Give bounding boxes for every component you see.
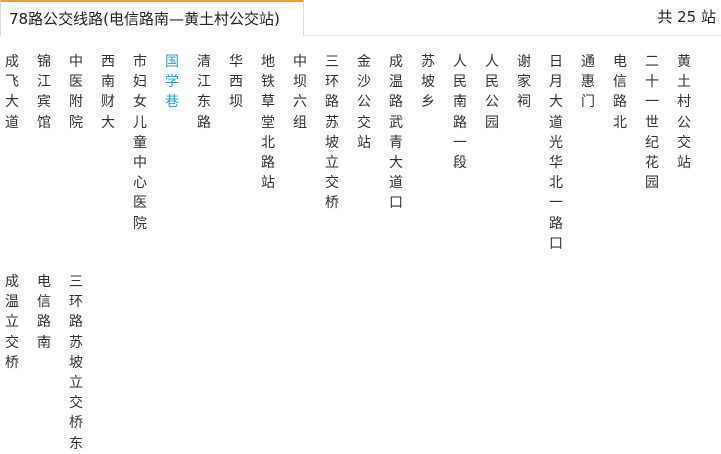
stop-item[interactable]: 成飞大道 (2, 52, 22, 133)
stop-item[interactable]: 三环路苏坡立交桥东 (66, 272, 86, 454)
stop-label: 成温立交桥 (5, 274, 19, 371)
stop-item[interactable]: 人民南路一段 (450, 52, 470, 173)
stop-label: 人民南路一段 (453, 54, 467, 172)
stop-label: 金沙公交站 (357, 54, 371, 151)
stop-item[interactable]: 清江东路 (194, 52, 214, 133)
stop-label: 成温路武青大道口 (389, 54, 403, 212)
stop-label: 人民公园 (485, 54, 499, 131)
stop-label: 中医附院 (69, 54, 83, 131)
stop-item[interactable]: 日月大道光华北一路口 (546, 52, 566, 254)
stop-item[interactable]: 谢家祠 (514, 52, 534, 113)
stop-label: 中坝六组 (293, 54, 307, 131)
stop-label: 清江东路 (197, 54, 211, 131)
stop-label: 三环路苏坡立交桥东 (69, 274, 83, 452)
stop-label: 华西坝 (229, 54, 243, 111)
stop-item[interactable]: 中医附院 (66, 52, 86, 133)
stop-item[interactable]: 市妇女儿童中心医院 (130, 52, 150, 234)
stop-item[interactable]: 苏坡乡 (418, 52, 438, 113)
stop-item[interactable]: 二十一世纪花园 (642, 52, 662, 193)
stop-item[interactable]: 成温立交桥 (2, 272, 22, 373)
stop-item[interactable]: 金沙公交站 (354, 52, 374, 153)
route-title: 78路公交线路(电信路南—黄土村公交站) (9, 10, 280, 28)
stop-item[interactable]: 人民公园 (482, 52, 502, 133)
stop-item[interactable]: 电信路北 (610, 52, 630, 133)
stop-label: 日月大道光华北一路口 (549, 54, 563, 252)
stop-item[interactable]: 西南财大 (98, 52, 118, 133)
stop-item[interactable]: 地铁草堂北路站 (258, 52, 278, 193)
stop-label: 西南财大 (101, 54, 115, 131)
route-tab[interactable]: 78路公交线路(电信路南—黄土村公交站) (0, 0, 304, 36)
stop-item[interactable]: 锦江宾馆 (34, 52, 54, 133)
stop-item-active[interactable]: 国学巷 (162, 52, 182, 113)
stop-item[interactable]: 华西坝 (226, 52, 246, 113)
stop-label: 谢家祠 (517, 54, 531, 111)
stop-item[interactable]: 成温路武青大道口 (386, 52, 406, 214)
stop-label: 国学巷 (165, 54, 179, 111)
stop-list: 成飞大道 锦江宾馆 中医附院 西南财大 市妇女儿童中心医院 国学巷 清江东路 华… (0, 36, 721, 452)
stop-label: 电信路南 (37, 274, 51, 351)
stop-item[interactable]: 中坝六组 (290, 52, 310, 133)
stop-count: 共 25 站 (657, 8, 716, 26)
stop-label: 电信路北 (613, 54, 627, 131)
stop-label: 锦江宾馆 (37, 54, 51, 131)
stop-label: 市妇女儿童中心医院 (133, 54, 147, 232)
stop-label: 二十一世纪花园 (645, 54, 659, 192)
stop-item[interactable]: 三环路苏坡立交桥 (322, 52, 342, 214)
stop-label: 地铁草堂北路站 (261, 54, 275, 192)
stop-item[interactable]: 通惠门 (578, 52, 598, 113)
stop-label: 成飞大道 (5, 54, 19, 131)
stop-label: 黄土村公交站 (677, 54, 691, 172)
route-header: 78路公交线路(电信路南—黄土村公交站) 共 25 站 (0, 0, 721, 36)
stop-label: 苏坡乡 (421, 54, 435, 111)
stop-item[interactable]: 黄土村公交站 (674, 52, 694, 173)
stop-label: 三环路苏坡立交桥 (325, 54, 339, 212)
stop-label: 通惠门 (581, 54, 595, 111)
stop-item[interactable]: 电信路南 (34, 272, 54, 353)
